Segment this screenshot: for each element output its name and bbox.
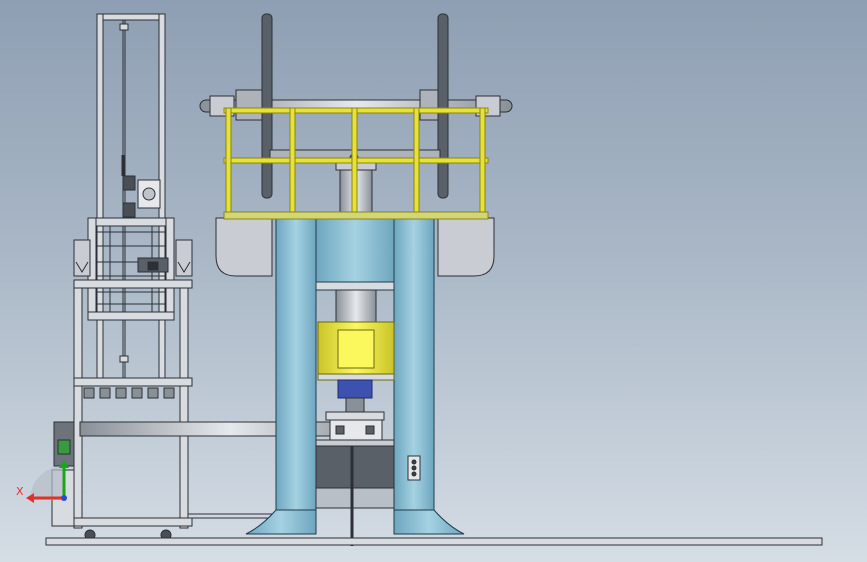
flywheel-left[interactable]	[261, 13, 273, 199]
ground-line	[45, 537, 823, 546]
press-crown[interactable]	[315, 217, 395, 291]
die-holder[interactable]	[325, 397, 385, 421]
assembly-drawing[interactable]	[0, 0, 867, 562]
control-panel[interactable]	[407, 455, 421, 481]
motor-coupling[interactable]	[337, 379, 373, 399]
die-bed[interactable]	[315, 439, 395, 546]
ram[interactable]	[335, 289, 377, 323]
axis-x-label: X	[16, 485, 24, 498]
orientation-triad	[26, 460, 69, 503]
servo-motor[interactable]	[317, 321, 395, 381]
left-tower-frame[interactable]	[73, 13, 193, 385]
cad-viewport[interactable]: X	[0, 0, 867, 562]
flywheel-right[interactable]	[437, 13, 449, 199]
